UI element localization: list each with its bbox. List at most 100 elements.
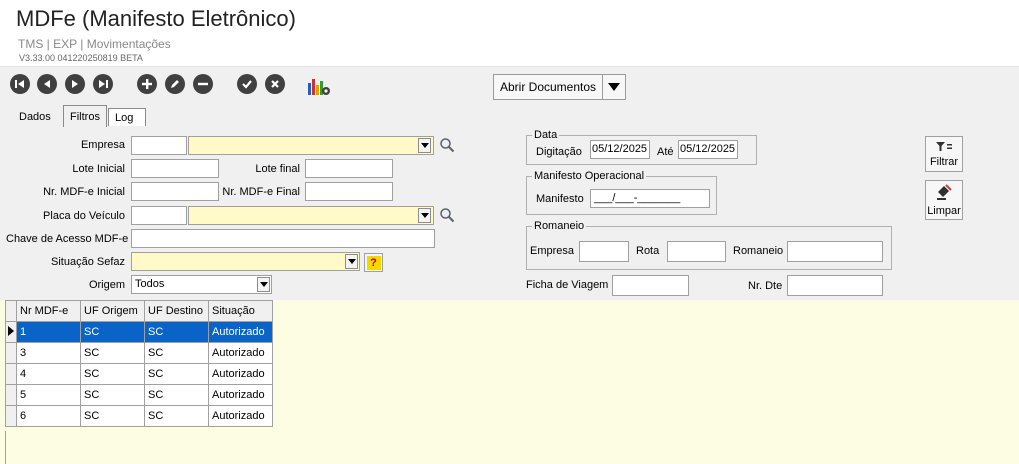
abrir-documentos-button[interactable]: Abrir Documentos — [493, 74, 627, 100]
limpar-label: Limpar — [927, 204, 961, 217]
table-cell[interactable]: 4 — [16, 363, 81, 385]
chevron-down-icon[interactable] — [418, 208, 431, 223]
ficha-viagem-field[interactable] — [612, 275, 689, 296]
row-indicator — [5, 363, 17, 385]
nr-dte-field[interactable] — [787, 275, 883, 296]
manifesto-legend: Manifesto Operacional — [534, 170, 645, 182]
eraser-icon — [935, 183, 953, 205]
table-row[interactable]: 6 SC SC Autorizado — [5, 405, 273, 427]
ate-field[interactable]: 05/12/2025 — [678, 140, 738, 159]
placa-code-field[interactable] — [131, 206, 187, 225]
table-cell[interactable]: Autorizado — [208, 321, 273, 343]
origem-select[interactable]: Todos — [131, 275, 272, 294]
chevron-down-icon[interactable] — [345, 254, 358, 269]
table-cell[interactable]: Autorizado — [208, 342, 273, 364]
table-cell[interactable]: SC — [144, 342, 209, 364]
row-indicator-icon — [5, 321, 17, 343]
next-icon[interactable] — [65, 74, 85, 94]
table-cell[interactable]: 6 — [16, 405, 81, 427]
ficha-viagem-label: Ficha de Viagem — [526, 279, 609, 291]
abrir-documentos-label: Abrir Documentos — [494, 75, 604, 99]
filter-icon — [935, 141, 953, 156]
table-cell[interactable]: SC — [144, 405, 209, 427]
tab-log[interactable]: Log — [108, 108, 146, 127]
column-header[interactable]: Situação — [208, 300, 273, 322]
table-cell[interactable]: SC — [80, 405, 145, 427]
chave-acesso-field[interactable] — [131, 229, 435, 248]
column-header[interactable]: Nr MDF-e — [16, 300, 81, 322]
situacao-sefaz-label: Situação Sefaz — [51, 256, 125, 268]
table-row[interactable]: 4 SC SC Autorizado — [5, 363, 273, 385]
table-cell[interactable]: SC — [80, 384, 145, 406]
add-icon[interactable] — [137, 74, 157, 94]
chevron-down-icon[interactable] — [257, 277, 270, 292]
nr-mdfe-final-field[interactable] — [305, 182, 393, 201]
cancel-icon[interactable] — [265, 74, 285, 94]
table-cell[interactable]: 3 — [16, 342, 81, 364]
origem-value: Todos — [135, 278, 165, 290]
mdfe-grid[interactable]: Nr MDF-e UF Origem UF Destino Situação 1… — [5, 300, 273, 427]
digitacao-value: 05/12/2025 — [592, 143, 648, 155]
table-cell[interactable]: SC — [80, 321, 145, 343]
manifesto-field[interactable]: ___/___-_______ — [590, 189, 710, 208]
digitacao-field[interactable]: 05/12/2025 — [590, 140, 650, 159]
situacao-sefaz-select[interactable] — [131, 252, 360, 271]
table-row[interactable]: 5 SC SC Autorizado — [5, 384, 273, 406]
placa-label: Placa do Veículo — [43, 210, 125, 222]
row-indicator-header — [5, 300, 17, 322]
prev-icon[interactable] — [37, 74, 57, 94]
romaneio-field[interactable] — [787, 241, 883, 262]
lote-inicial-field[interactable] — [131, 159, 219, 178]
table-cell[interactable]: SC — [80, 342, 145, 364]
nr-dte-label: Nr. Dte — [748, 280, 783, 292]
breadcrumb: TMS | EXP | Movimentações — [18, 37, 171, 51]
row-indicator — [5, 342, 17, 364]
tab-dados[interactable]: Dados — [13, 108, 57, 126]
table-cell[interactable]: SC — [144, 321, 209, 343]
table-cell[interactable]: SC — [80, 363, 145, 385]
page-title: MDFe (Manifesto Eletrônico) — [16, 6, 296, 31]
search-icon[interactable] — [439, 207, 455, 223]
last-icon[interactable] — [93, 74, 113, 94]
origem-label: Origem — [88, 279, 125, 291]
romaneio-empresa-field[interactable] — [579, 241, 629, 262]
nr-mdfe-inicial-label: Nr. MDF-e Inicial — [43, 186, 125, 198]
report-icon[interactable] — [307, 75, 331, 97]
empresa-code-field[interactable] — [131, 136, 187, 155]
nr-mdfe-inicial-field[interactable] — [131, 182, 219, 201]
lote-inicial-label: Lote Inicial — [72, 163, 125, 175]
chevron-down-icon[interactable] — [603, 75, 625, 99]
table-cell[interactable]: 1 — [16, 321, 81, 343]
table-cell[interactable]: Autorizado — [208, 405, 273, 427]
table-cell[interactable]: 5 — [16, 384, 81, 406]
tab-filtros[interactable]: Filtros — [63, 105, 107, 127]
table-cell[interactable]: Autorizado — [208, 384, 273, 406]
tab-bar — [0, 104, 1019, 127]
column-header[interactable]: UF Origem — [80, 300, 145, 322]
table-row[interactable]: 1 SC SC Autorizado — [5, 321, 273, 343]
empresa-label: Empresa — [80, 139, 125, 151]
rota-field[interactable] — [667, 241, 726, 262]
table-row[interactable]: 3 SC SC Autorizado — [5, 342, 273, 364]
help-icon[interactable]: ? — [364, 253, 383, 272]
limpar-button[interactable]: Limpar — [925, 180, 963, 220]
lote-final-field[interactable] — [305, 159, 393, 178]
table-cell[interactable]: SC — [144, 384, 209, 406]
ate-value: 05/12/2025 — [680, 143, 736, 155]
placa-select[interactable] — [188, 206, 434, 225]
chevron-down-icon[interactable] — [418, 138, 431, 153]
search-icon[interactable] — [439, 137, 455, 153]
filtrar-label: Filtrar — [929, 155, 959, 168]
filtrar-button[interactable]: Filtrar — [925, 136, 963, 172]
row-indicator — [5, 384, 17, 406]
nr-mdfe-final-label: Nr. MDF-e Final — [222, 186, 300, 198]
column-header[interactable]: UF Destino — [144, 300, 209, 322]
table-cell[interactable]: Autorizado — [208, 363, 273, 385]
table-cell[interactable]: SC — [144, 363, 209, 385]
chave-acesso-label: Chave de Acesso MDF-e — [6, 233, 129, 245]
edit-icon[interactable] — [165, 74, 185, 94]
empresa-select[interactable] — [188, 136, 434, 155]
confirm-icon[interactable] — [237, 74, 257, 94]
remove-icon[interactable] — [193, 74, 213, 94]
first-icon[interactable] — [10, 74, 30, 94]
